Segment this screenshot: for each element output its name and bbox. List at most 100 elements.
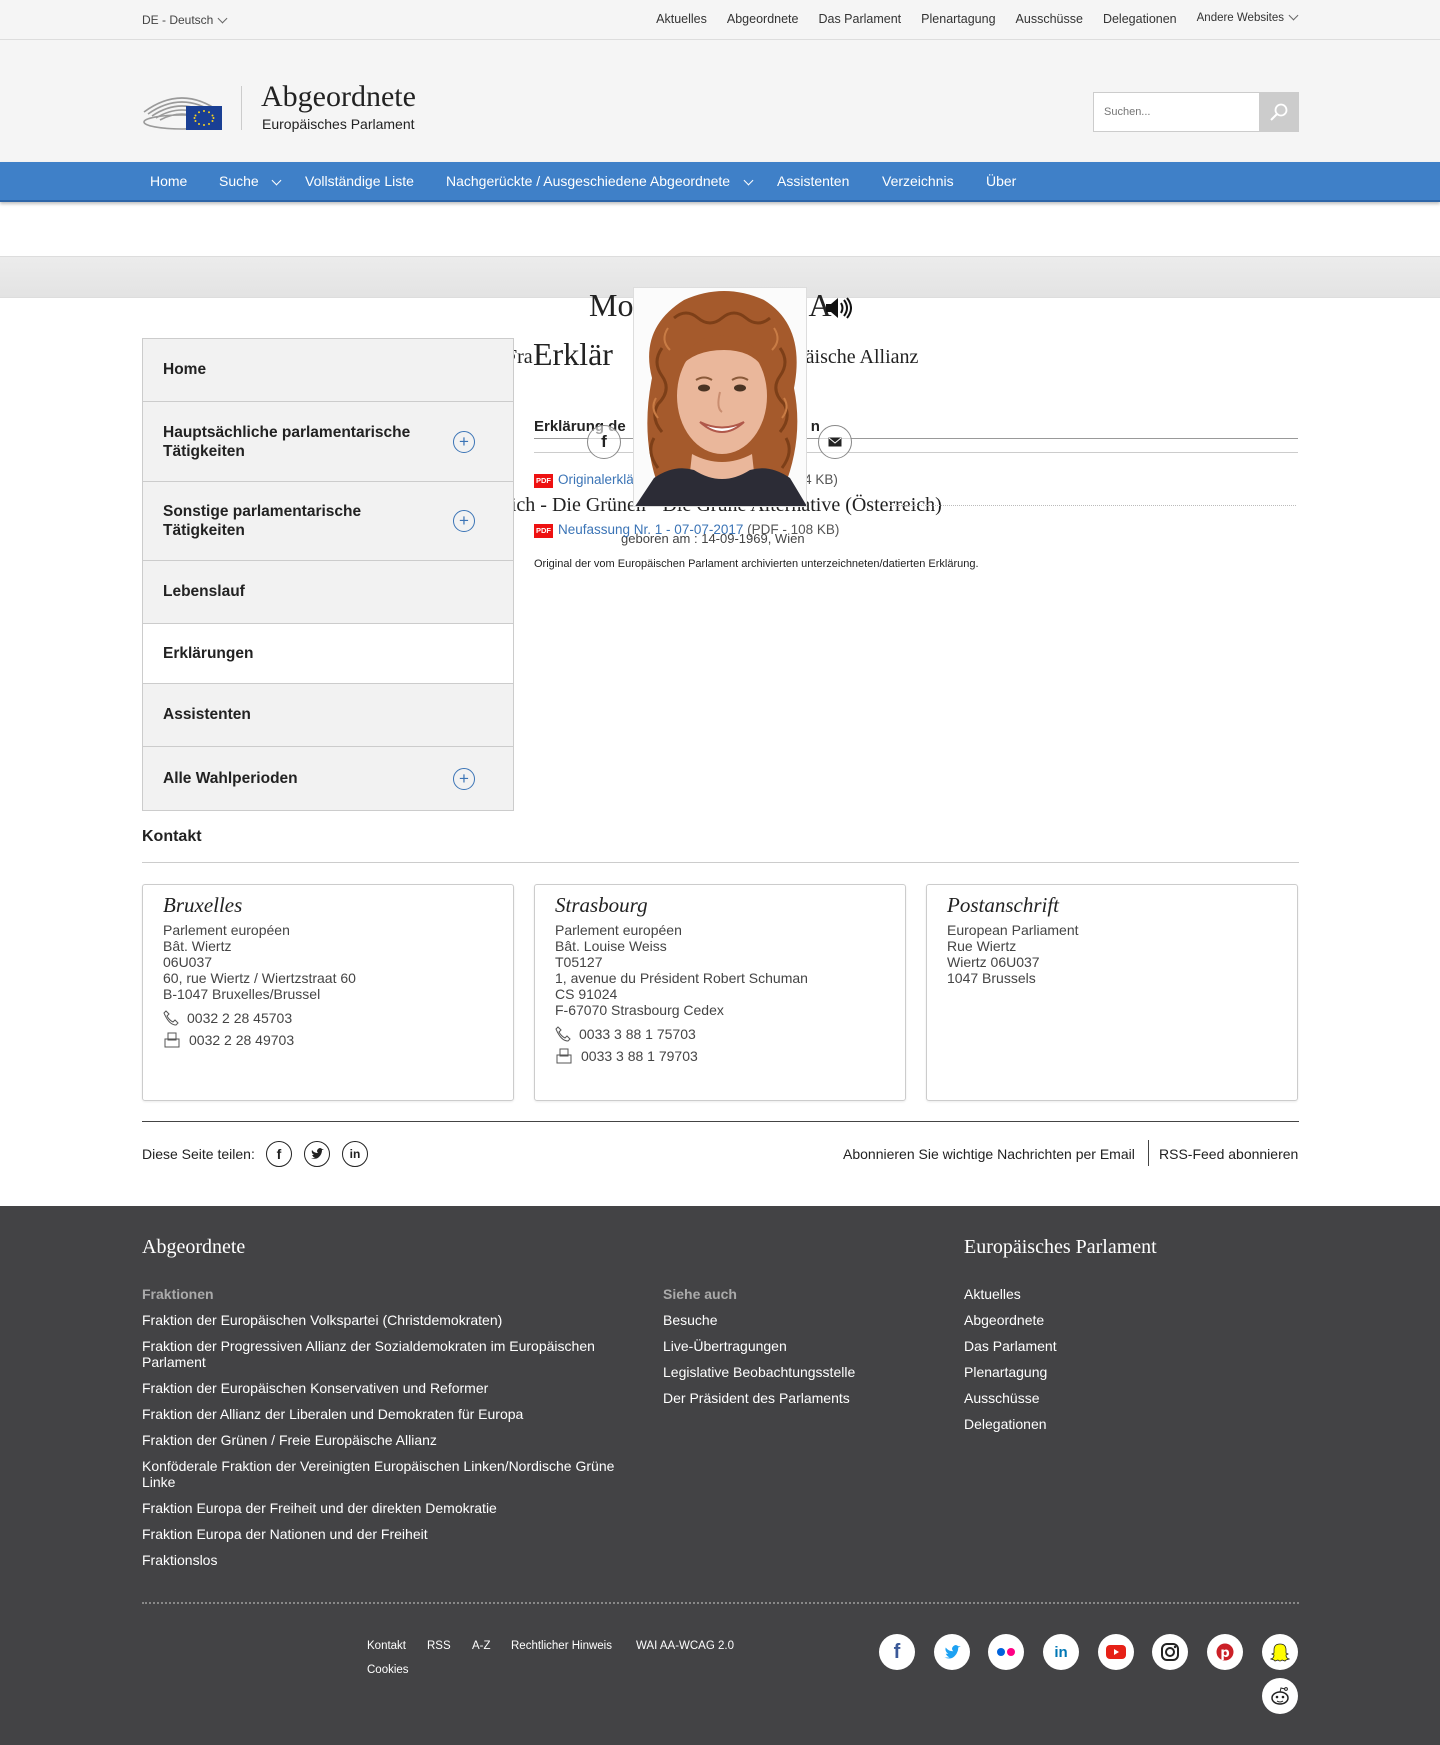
footer-see-also-link[interactable]: Der Präsident des Parlaments <box>663 1390 855 1406</box>
chevron-down-icon <box>271 175 282 186</box>
address-line: B-1047 Bruxelles/Brussel <box>163 986 321 1002</box>
site-title[interactable]: Abgeordnete <box>261 80 416 114</box>
footer-youtube-button[interactable] <box>1098 1634 1134 1670</box>
top-bar: DE - Deutsch Aktuelles Abgeordnete Das P… <box>0 0 1440 40</box>
sidebar-item-label: Assistenten <box>163 706 251 723</box>
ep-logo[interactable] <box>142 86 222 130</box>
footer-link-rechtlicher-hinweis[interactable]: Rechtlicher Hinweis <box>511 1640 612 1652</box>
address-line: F-67070 Strasbourg Cedex <box>555 1002 724 1018</box>
footer-see-also-link[interactable]: Legislative Beobachtungsstelle <box>663 1364 855 1380</box>
top-link-parlament[interactable]: Das Parlament <box>818 12 901 26</box>
nav-suche[interactable]: Suche <box>219 173 282 189</box>
share-page-twitter[interactable] <box>304 1141 330 1167</box>
language-selector[interactable]: DE - Deutsch <box>142 13 228 27</box>
top-link-aktuelles[interactable]: Aktuelles <box>656 12 707 26</box>
footer-ep-link[interactable]: Aktuelles <box>964 1286 1057 1302</box>
footer-link-rss[interactable]: RSS <box>427 1640 451 1652</box>
address-line: Bât. Wiertz <box>163 938 232 954</box>
sidebar-item-label: Erklärungen <box>163 644 254 662</box>
share-facebook-button[interactable]: f <box>587 425 621 459</box>
footer-ep-link[interactable]: Das Parlament <box>964 1338 1057 1354</box>
address-line: 1047 Brussels <box>947 970 1036 986</box>
footer-reddit-button[interactable] <box>1262 1678 1298 1714</box>
search-input[interactable] <box>1094 93 1260 131</box>
footer-ep-link[interactable]: Abgeordnete <box>964 1312 1057 1328</box>
declaration-doc-title[interactable]: Neufassung Nr. 1 - 07-07-2017 <box>558 522 743 537</box>
footer-group-link[interactable]: Fraktion der Europäischen Volkspartei (C… <box>142 1312 632 1328</box>
search-button[interactable] <box>1259 92 1299 132</box>
nav-vollstaendige-liste[interactable]: Vollständige Liste <box>305 173 414 189</box>
facebook-icon: f <box>601 432 607 451</box>
footer-see-also-link[interactable]: Live-Übertragungen <box>663 1338 855 1354</box>
svg-text:p: p <box>1220 1646 1229 1661</box>
footer-link-az[interactable]: A-Z <box>472 1640 491 1652</box>
nav-home[interactable]: Home <box>150 173 187 189</box>
top-link-ausschuesse[interactable]: Ausschüsse <box>1016 12 1083 26</box>
nav-assistenten[interactable]: Assistenten <box>777 173 849 189</box>
footer-link-kontakt[interactable]: Kontakt <box>367 1640 406 1652</box>
address-line: 1, avenue du Président Robert Schuman <box>555 970 808 986</box>
share-page-facebook[interactable]: f <box>266 1141 292 1167</box>
expand-icon[interactable]: + <box>453 510 475 532</box>
footer-ep-link[interactable]: Plenartagung <box>964 1364 1057 1380</box>
footer-pinterest-button[interactable]: p <box>1207 1634 1243 1670</box>
nav-nachgerueckte[interactable]: Nachgerückte / Ausgeschiedene Abgeordnet… <box>446 173 754 189</box>
expand-icon[interactable]: + <box>453 767 475 790</box>
footer-twitter-button[interactable] <box>934 1634 970 1670</box>
footer-ep-link[interactable]: Delegationen <box>964 1416 1057 1432</box>
footer-group-link[interactable]: Konföderale Fraktion der Vereinigten Eur… <box>142 1458 632 1490</box>
footer-divider <box>142 1602 1299 1604</box>
contact-card-postanschrift: Postanschrift European Parliament Rue Wi… <box>926 884 1298 1101</box>
share-page-linkedin[interactable]: in <box>342 1141 368 1167</box>
footer-group-link[interactable]: Fraktion der Europäischen Konservativen … <box>142 1380 632 1396</box>
speaker-icon[interactable] <box>824 297 852 319</box>
footer-col1-category: Fraktionen <box>142 1286 214 1302</box>
footer-group-link[interactable]: Fraktion Europa der Nationen und der Fre… <box>142 1526 632 1542</box>
footer-snapchat-button[interactable] <box>1262 1634 1298 1670</box>
logo-divider <box>241 86 242 130</box>
address-line: 06U037 <box>163 954 213 970</box>
top-link-abgeordnete[interactable]: Abgeordnete <box>727 12 799 26</box>
address-line: Parlement européen <box>555 922 682 938</box>
footer-group-link[interactable]: Fraktion der Grünen / Freie Europäische … <box>142 1432 632 1448</box>
footer-group-link[interactable]: Fraktionslos <box>142 1552 632 1568</box>
footer-facebook-button[interactable]: f <box>879 1634 915 1670</box>
nav-ueber[interactable]: Über <box>986 173 1016 189</box>
sidebar-item-alle-wahlperioden[interactable]: Alle Wahlperioden + <box>143 747 513 811</box>
other-websites-menu[interactable]: Andere Websites <box>1197 10 1299 26</box>
sidebar-item-lebenslauf[interactable]: Lebenslauf <box>143 561 513 624</box>
contact-title: Kontakt <box>142 828 202 845</box>
footer-group-link[interactable]: Fraktion der Progressiven Allianz der So… <box>142 1338 632 1370</box>
chevron-down-icon <box>217 13 228 24</box>
divider <box>890 505 1296 506</box>
footer-flickr-button[interactable] <box>988 1634 1024 1670</box>
footer-linkedin-button[interactable]: in <box>1043 1634 1079 1670</box>
declaration-doc-size: (PDF - 108 KB) <box>743 522 840 537</box>
footer-link-wai[interactable]: WAI AA-WCAG 2.0 <box>636 1640 734 1652</box>
footer-link-cookies[interactable]: Cookies <box>367 1664 409 1676</box>
address-line: 60, rue Wiertz / Wiertzstraat 60 <box>163 970 356 986</box>
phone-number[interactable]: 0032 2 28 45703 <box>187 1010 292 1026</box>
sidebar-item-erklaerungen[interactable]: Erklärungen <box>143 624 513 684</box>
subscribe-rss-link[interactable]: RSS-Feed abonnieren <box>1159 1146 1298 1162</box>
subscribe-email-link[interactable]: Abonnieren Sie wichtige Nachrichten per … <box>843 1146 1135 1162</box>
footer-group-link[interactable]: Fraktion Europa der Freiheit und der dir… <box>142 1500 632 1516</box>
footer-ep-link[interactable]: Ausschüsse <box>964 1390 1057 1406</box>
top-link-plenartagung[interactable]: Plenartagung <box>921 12 995 26</box>
declaration-doc[interactable]: PDF Neufassung Nr. 1 - 07-07-2017 (PDF - … <box>534 522 839 538</box>
footer-instagram-button[interactable] <box>1152 1634 1188 1670</box>
footer-see-also-link[interactable]: Besuche <box>663 1312 855 1328</box>
phone-number[interactable]: 0033 3 88 1 75703 <box>579 1026 696 1042</box>
expand-icon[interactable]: + <box>453 430 475 453</box>
share-email-button[interactable] <box>818 425 852 459</box>
top-link-delegationen[interactable]: Delegationen <box>1103 12 1177 26</box>
footer-group-link[interactable]: Fraktion der Allianz der Liberalen und D… <box>142 1406 632 1422</box>
sidebar-item-home[interactable]: Home <box>143 339 513 402</box>
address-line: Bât. Louise Weiss <box>555 938 667 954</box>
email-icon <box>828 437 842 447</box>
chevron-down-icon <box>1288 10 1299 21</box>
sidebar-item-hauptsaechliche[interactable]: Hauptsächliche parlamentarische Tätigkei… <box>143 402 513 482</box>
nav-verzeichnis[interactable]: Verzeichnis <box>882 173 954 189</box>
sidebar-item-sonstige[interactable]: Sonstige parlamentarische Tätigkeiten + <box>143 482 513 561</box>
sidebar-item-assistenten[interactable]: Assistenten <box>143 684 513 747</box>
